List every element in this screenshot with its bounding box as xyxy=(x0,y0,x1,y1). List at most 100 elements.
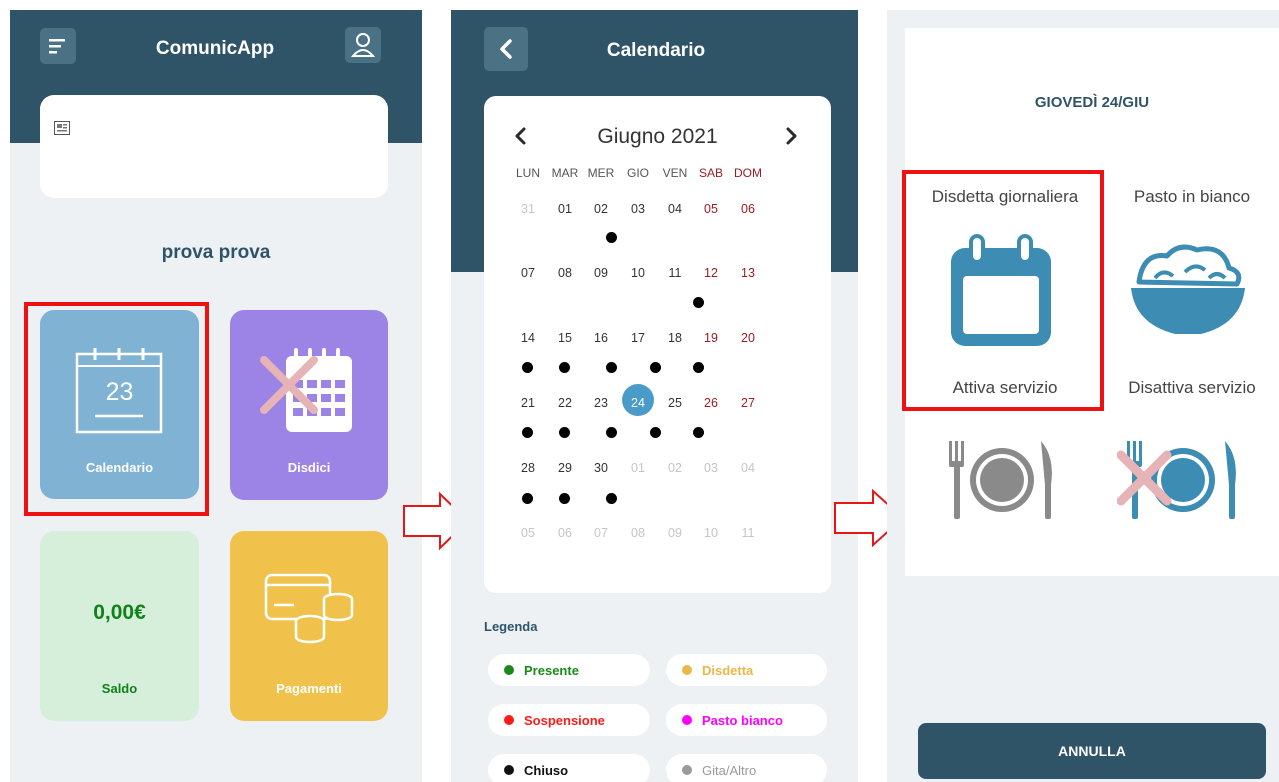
prev-month-icon[interactable] xyxy=(514,126,528,146)
calendar-card: Giugno 2021 LUN MAR MER GIO VEN SAB DOM … xyxy=(484,96,831,593)
day-cell[interactable]: 07 xyxy=(583,526,619,540)
pagamenti-tile[interactable]: Pagamenti xyxy=(230,531,388,721)
status-dot xyxy=(559,427,570,438)
day-cell[interactable]: 25 xyxy=(657,396,693,410)
day-cell[interactable]: 29 xyxy=(547,461,583,475)
day-cell[interactable]: 05 xyxy=(510,526,546,540)
weekday-label: GIO xyxy=(626,166,649,180)
legend-label: Disdetta xyxy=(702,662,754,678)
disattiva-option-label[interactable]: Disattiva servizio xyxy=(1105,378,1279,398)
day-cell[interactable]: 19 xyxy=(693,331,729,345)
day-cell[interactable]: 21 xyxy=(510,396,546,410)
plate-cancel-icon[interactable] xyxy=(1117,437,1247,523)
disdetta-highlight xyxy=(902,170,1104,411)
status-dot xyxy=(693,297,704,308)
calendario-highlight xyxy=(24,302,209,516)
day-cell[interactable]: 01 xyxy=(620,461,656,475)
day-cell[interactable]: 01 xyxy=(547,202,583,216)
day-cell[interactable]: 11 xyxy=(730,526,766,540)
newspaper-icon xyxy=(54,121,70,135)
day-cell[interactable]: 09 xyxy=(583,266,619,280)
annulla-button[interactable]: ANNULLA xyxy=(918,723,1266,779)
day-cell[interactable]: 27 xyxy=(730,396,766,410)
legend-title: Legenda xyxy=(484,619,538,634)
status-dot xyxy=(606,362,617,373)
legend-item: Sospensione xyxy=(488,704,650,736)
day-cell[interactable]: 05 xyxy=(693,202,729,216)
profile-button[interactable] xyxy=(345,27,381,63)
day-cell[interactable]: 14 xyxy=(510,331,546,345)
legend-item: Pasto bianco xyxy=(666,704,827,736)
day-cell[interactable]: 23 xyxy=(583,396,619,410)
day-cell[interactable]: 09 xyxy=(657,526,693,540)
day-cell[interactable]: 30 xyxy=(583,461,619,475)
legend-item: Chiuso xyxy=(488,754,650,782)
user-name: prova prova xyxy=(161,242,271,263)
screen-title: Calendario xyxy=(606,40,706,61)
status-dot xyxy=(650,362,661,373)
next-month-icon[interactable] xyxy=(784,126,798,146)
day-cell[interactable]: 04 xyxy=(730,461,766,475)
user-icon xyxy=(351,33,375,57)
pasto-bianco-option-label[interactable]: Pasto in bianco xyxy=(1105,187,1279,207)
day-cell[interactable]: 08 xyxy=(547,266,583,280)
app-title: ComunicApp xyxy=(155,38,275,59)
day-cell[interactable]: 03 xyxy=(620,202,656,216)
legend-item: Disdetta xyxy=(666,654,827,686)
legend-label: Pasto bianco xyxy=(702,712,783,728)
back-button[interactable] xyxy=(484,27,528,71)
day-cell[interactable]: 08 xyxy=(620,526,656,540)
day-cell[interactable]: 12 xyxy=(693,266,729,280)
day-cell[interactable]: 20 xyxy=(730,331,766,345)
menu-button[interactable] xyxy=(40,28,76,64)
day-cell[interactable]: 06 xyxy=(547,526,583,540)
day-cell[interactable]: 26 xyxy=(693,396,729,410)
pagamenti-label: Pagamenti xyxy=(276,681,342,696)
day-title: GIOVEDÌ 24/GIU xyxy=(1034,94,1150,111)
day-cell[interactable]: 31 xyxy=(510,202,546,216)
day-cell[interactable]: 02 xyxy=(657,461,693,475)
news-card[interactable] xyxy=(40,95,388,198)
status-dot xyxy=(522,362,533,373)
legend-dot xyxy=(504,765,514,775)
saldo-tile[interactable]: 0,00€ Saldo xyxy=(40,531,199,721)
legend-dot xyxy=(504,665,514,675)
calendar-cancel-icon xyxy=(260,348,352,432)
day-cell[interactable]: 04 xyxy=(657,202,693,216)
status-dot xyxy=(693,427,704,438)
day-cell[interactable]: 17 xyxy=(620,331,656,345)
legend-label: Presente xyxy=(524,662,579,678)
disdici-label: Disdici xyxy=(287,460,331,475)
day-cell[interactable]: 10 xyxy=(693,526,729,540)
legend-label: Gita/Altro xyxy=(702,762,757,778)
day-cell[interactable]: 10 xyxy=(620,266,656,280)
legend-dot xyxy=(682,715,692,725)
day-cell[interactable]: 07 xyxy=(510,266,546,280)
day-cell[interactable]: 13 xyxy=(730,266,766,280)
month-label: Giugno 2021 xyxy=(597,125,718,148)
legend-item: Gita/Altro xyxy=(666,754,827,782)
weekday-label: DOM xyxy=(734,166,762,180)
day-cell[interactable]: 03 xyxy=(693,461,729,475)
disdici-tile[interactable]: Disdici xyxy=(230,310,388,500)
day-cell[interactable]: 16 xyxy=(583,331,619,345)
weekday-label: VEN xyxy=(662,166,688,180)
day-cell[interactable]: 28 xyxy=(510,461,546,475)
day-cell[interactable]: 06 xyxy=(730,202,766,216)
day-cell[interactable]: 18 xyxy=(657,331,693,345)
legend-item: Presente xyxy=(488,654,650,686)
rice-bowl-icon[interactable] xyxy=(1125,242,1251,346)
status-dot xyxy=(559,493,570,504)
weekday-label: MER xyxy=(587,166,615,180)
day-cell[interactable]: 02 xyxy=(583,202,619,216)
weekday-label: MAR xyxy=(551,166,579,180)
legend-label: Chiuso xyxy=(524,762,569,778)
selected-day-cell[interactable]: 24 xyxy=(620,396,656,410)
day-cell[interactable]: 22 xyxy=(547,396,583,410)
plate-cutlery-icon[interactable] xyxy=(945,437,1059,523)
status-dot xyxy=(606,427,617,438)
day-cell[interactable]: 11 xyxy=(657,266,693,280)
saldo-label: Saldo xyxy=(101,681,138,696)
day-cell[interactable]: 15 xyxy=(547,331,583,345)
chevron-left-icon xyxy=(500,39,512,59)
